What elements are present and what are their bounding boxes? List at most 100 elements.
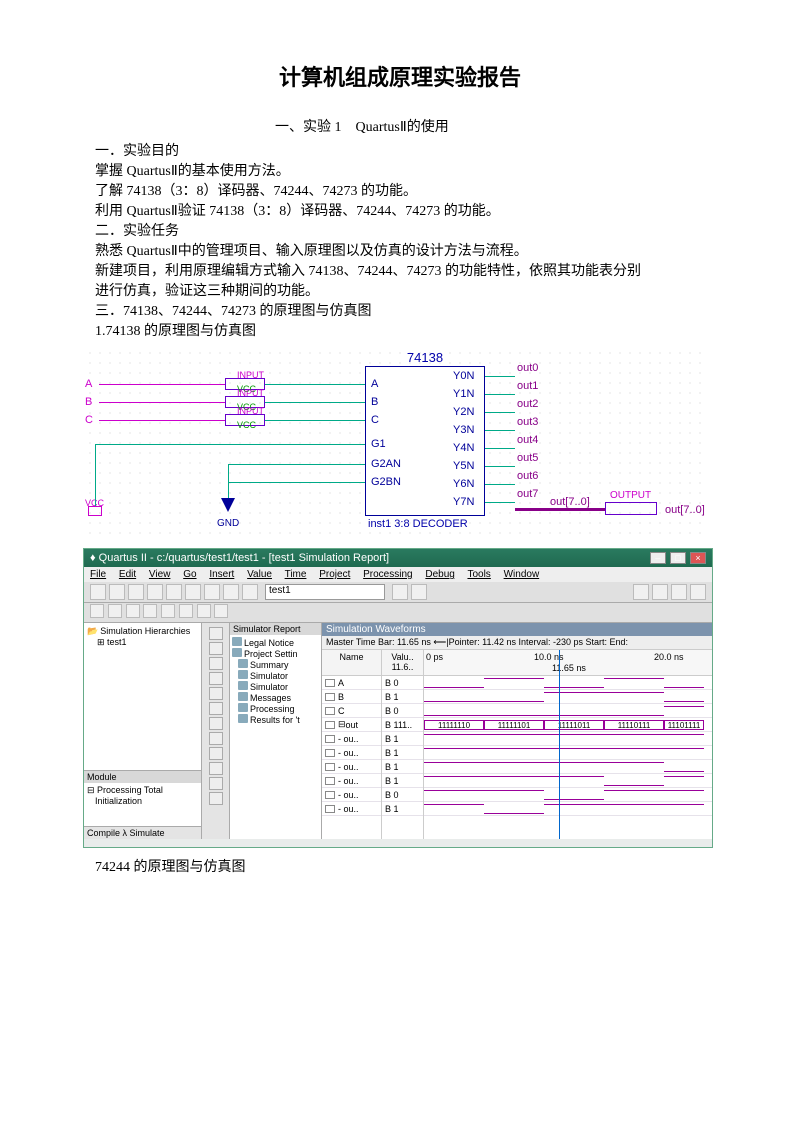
tick-cursor: 11.65 ns	[552, 663, 586, 673]
p-task-1: 熟悉 QuartusⅡ中的管理项目、输入原理图以及仿真的设计方法与流程。	[95, 242, 705, 262]
sig-name-out[interactable]: ⊟ out	[322, 718, 381, 732]
tb-paste-icon[interactable]	[204, 584, 220, 600]
menu-bar[interactable]: File Edit View Go Insert Value Time Proj…	[84, 567, 712, 582]
output-label: OUTPUT	[610, 490, 651, 501]
sig-name-o4[interactable]: - ou..	[322, 788, 381, 802]
tree-summary[interactable]: Summary	[232, 659, 319, 670]
p-diag-head: 三．74138、74244、74273 的原理图与仿真图	[95, 302, 705, 322]
tb-cut-icon[interactable]	[166, 584, 182, 600]
tb-open-icon[interactable]	[109, 584, 125, 600]
menu-window[interactable]: Window	[504, 569, 540, 580]
tb-compile-icon[interactable]	[633, 584, 649, 600]
waveform-area[interactable]: 0 ps 10.0 ns 11.65 ns 20.0 ns	[424, 650, 712, 839]
wave-b	[424, 690, 712, 704]
menu-view[interactable]: View	[149, 569, 171, 580]
ow5	[485, 466, 515, 467]
menu-project[interactable]: Project	[319, 569, 350, 580]
tb-new-icon[interactable]	[90, 584, 106, 600]
input-tag-a: INPUT	[237, 370, 264, 380]
sig-name-o0[interactable]: - ou..	[322, 732, 381, 746]
menu-value[interactable]: Value	[247, 569, 272, 580]
tb2-8-icon[interactable]	[214, 604, 228, 618]
gnd-wire-h2	[228, 482, 365, 483]
tb2-4-icon[interactable]	[143, 604, 157, 618]
pin-y6n: Y6N	[453, 478, 474, 490]
tb-redo-icon[interactable]	[242, 584, 258, 600]
tree-project[interactable]: Project Settin	[232, 648, 319, 659]
toolbar-secondary	[84, 603, 712, 623]
wire-b2	[265, 402, 365, 403]
ow7	[485, 502, 515, 503]
menu-edit[interactable]: Edit	[119, 569, 136, 580]
time-cursor[interactable]	[559, 650, 560, 839]
tb2-1-icon[interactable]	[90, 604, 104, 618]
tb2-5-icon[interactable]	[161, 604, 175, 618]
waveform-panel: Simulation Waveforms Master Time Bar: 11…	[322, 623, 712, 839]
tb-sim-icon[interactable]	[652, 584, 668, 600]
maximize-button[interactable]: □	[670, 552, 686, 564]
wave-o4	[424, 788, 712, 802]
menu-processing[interactable]: Processing	[363, 569, 412, 580]
menu-tools[interactable]: Tools	[467, 569, 490, 580]
out3-label: out3	[517, 416, 538, 428]
input-tag-b: INPUT	[237, 388, 264, 398]
project-combo[interactable]: test1	[265, 584, 385, 600]
tree-sim2[interactable]: Simulator	[232, 681, 319, 692]
tree-sim1[interactable]: Simulator	[232, 670, 319, 681]
tb-stop-icon[interactable]	[671, 584, 687, 600]
vt-2-icon[interactable]	[209, 717, 223, 730]
left-tabs[interactable]: Compile λ Simulate	[84, 826, 201, 839]
vt-5-icon[interactable]	[209, 762, 223, 775]
tb-help-icon[interactable]	[690, 584, 706, 600]
close-button[interactable]: ×	[690, 552, 706, 564]
tb2-7-icon[interactable]	[197, 604, 211, 618]
sig-name-o1[interactable]: - ou..	[322, 746, 381, 760]
tb-misc1-icon[interactable]	[392, 584, 408, 600]
tb-print-icon[interactable]	[147, 584, 163, 600]
menu-insert[interactable]: Insert	[209, 569, 234, 580]
out-bus	[515, 508, 605, 511]
vt-full-icon[interactable]	[209, 672, 223, 685]
vt-1-icon[interactable]	[209, 702, 223, 715]
sig-name-o5[interactable]: - ou..	[322, 802, 381, 816]
menu-debug[interactable]: Debug	[425, 569, 454, 580]
tb-save-icon[interactable]	[128, 584, 144, 600]
tb2-2-icon[interactable]	[108, 604, 122, 618]
vt-find-icon[interactable]	[209, 687, 223, 700]
vt-7-icon[interactable]	[209, 792, 223, 805]
minimize-button[interactable]: –	[650, 552, 666, 564]
tick-0: 0 ps	[426, 652, 443, 662]
menu-file[interactable]: File	[90, 569, 106, 580]
sig-name-c[interactable]: C	[322, 704, 381, 718]
tb-copy-icon[interactable]	[185, 584, 201, 600]
tb-undo-icon[interactable]	[223, 584, 239, 600]
ow3	[485, 430, 515, 431]
vt-6-icon[interactable]	[209, 777, 223, 790]
wire-c2	[265, 420, 365, 421]
vt-text-icon[interactable]	[209, 642, 223, 655]
vt-zoom-icon[interactable]	[209, 657, 223, 670]
sig-name-o2[interactable]: - ou..	[322, 760, 381, 774]
vt-4-icon[interactable]	[209, 747, 223, 760]
tb2-3-icon[interactable]	[126, 604, 140, 618]
vt-arrow-icon[interactable]	[209, 627, 223, 640]
tb2-6-icon[interactable]	[179, 604, 193, 618]
sig-name-a[interactable]: A	[322, 676, 381, 690]
vt-3-icon[interactable]	[209, 732, 223, 745]
sig-name-b[interactable]: B	[322, 690, 381, 704]
hierarchy-item[interactable]: ⊞ test1	[87, 637, 198, 648]
wave-header: Simulation Waveforms	[322, 623, 712, 636]
pin-g1: G1	[371, 438, 386, 450]
out1-label: out1	[517, 380, 538, 392]
tree-msg[interactable]: Messages	[232, 692, 319, 703]
sig-name-o3[interactable]: - ou..	[322, 774, 381, 788]
ow4	[485, 448, 515, 449]
pin-y3n: Y3N	[453, 424, 474, 436]
tb-misc2-icon[interactable]	[411, 584, 427, 600]
tree-results[interactable]: Results for 't	[232, 714, 319, 725]
out2-label: out2	[517, 398, 538, 410]
tree-proc[interactable]: Processing	[232, 703, 319, 714]
menu-time[interactable]: Time	[285, 569, 307, 580]
tree-legal[interactable]: Legal Notice	[232, 637, 319, 648]
menu-go[interactable]: Go	[183, 569, 196, 580]
